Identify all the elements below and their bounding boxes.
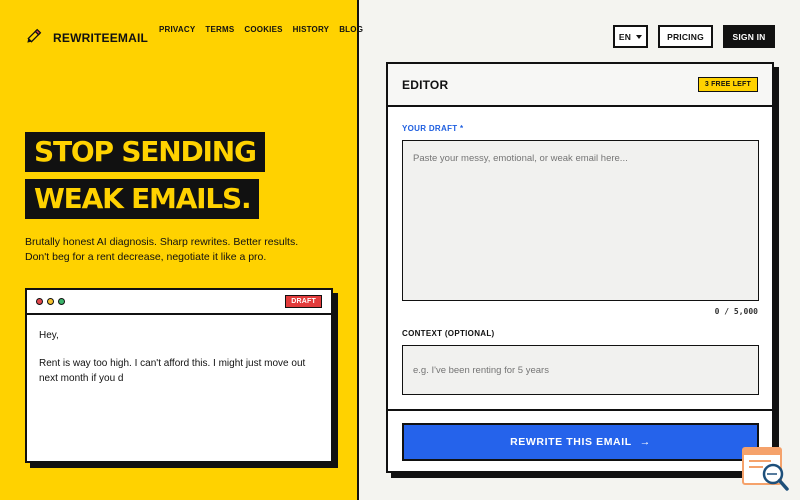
draft-label: YOUR DRAFT * [402,124,464,133]
pricing-button[interactable]: PRICING [658,25,713,48]
headline-line-2: WEAK EMAILS. [25,179,260,219]
header-actions: EN PRICING SIGN IN [613,25,775,48]
top-nav: PRIVACY TERMS COOKIES HISTORY BLOG [159,25,363,34]
demo-text: Rent is way too high. I can't afford thi… [39,358,306,384]
context-label: CONTEXT (OPTIONAL) [402,329,495,338]
brand-name: REWRITEEMAIL [53,30,149,45]
headline-line-1: STOP SENDING [25,132,265,172]
nav-link-privacy[interactable]: PRIVACY [159,25,195,34]
demo-greeting: Hey, [39,330,59,341]
hero-tagline: Brutally honest AI diagnosis. Sharp rewr… [25,235,345,265]
tagline-line-1: Brutally honest AI diagnosis. Sharp rewr… [25,236,299,248]
divider [388,409,772,411]
hero-panel: REWRITEEMAIL PRIVACY TERMS COOKIES HISTO… [0,0,363,500]
draft-textarea[interactable] [402,140,759,301]
sign-in-button[interactable]: SIGN IN [723,25,775,48]
context-input[interactable] [402,345,759,395]
editor-panel: EN PRICING SIGN IN EDITOR 3 FREE LEFT YO… [361,0,800,500]
green-dot-icon [58,298,65,305]
tagline-line-2: Don't beg for a rent decrease, negotiate… [25,251,267,263]
draft-badge: DRAFT [285,295,322,308]
pencil-icon [26,26,44,49]
yellow-dot-icon [47,298,54,305]
demo-draft-window: DRAFT Hey, Rent is way too high. I can't… [25,288,333,463]
free-credits-badge: 3 FREE LEFT [697,77,758,92]
nav-link-terms[interactable]: TERMS [205,25,234,34]
language-value: EN [618,31,632,42]
arrow-right-icon: → [639,436,651,448]
editor-header: EDITOR 3 FREE LEFT [388,64,772,107]
language-selector[interactable]: EN [613,25,648,48]
red-dot-icon [36,298,43,305]
rewrite-button-label: REWRITE THIS EMAIL [510,436,632,448]
search-assistant-icon[interactable] [741,446,790,492]
rewrite-button[interactable]: REWRITE THIS EMAIL → [402,423,759,461]
demo-email-body: Hey, Rent is way too high. I can't affor… [27,315,331,412]
nav-link-history[interactable]: HISTORY [293,25,330,34]
nav-link-blog[interactable]: BLOG [339,25,363,34]
caret-down-icon [636,34,643,39]
nav-link-cookies[interactable]: COOKIES [244,25,282,34]
brand-logo[interactable]: REWRITEEMAIL [26,26,148,49]
editor-title: EDITOR [402,77,449,92]
window-titlebar: DRAFT [27,290,331,315]
character-counter: 0 / 5,000 [714,307,758,316]
editor-card: EDITOR 3 FREE LEFT YOUR DRAFT * 0 / 5,00… [386,62,774,473]
